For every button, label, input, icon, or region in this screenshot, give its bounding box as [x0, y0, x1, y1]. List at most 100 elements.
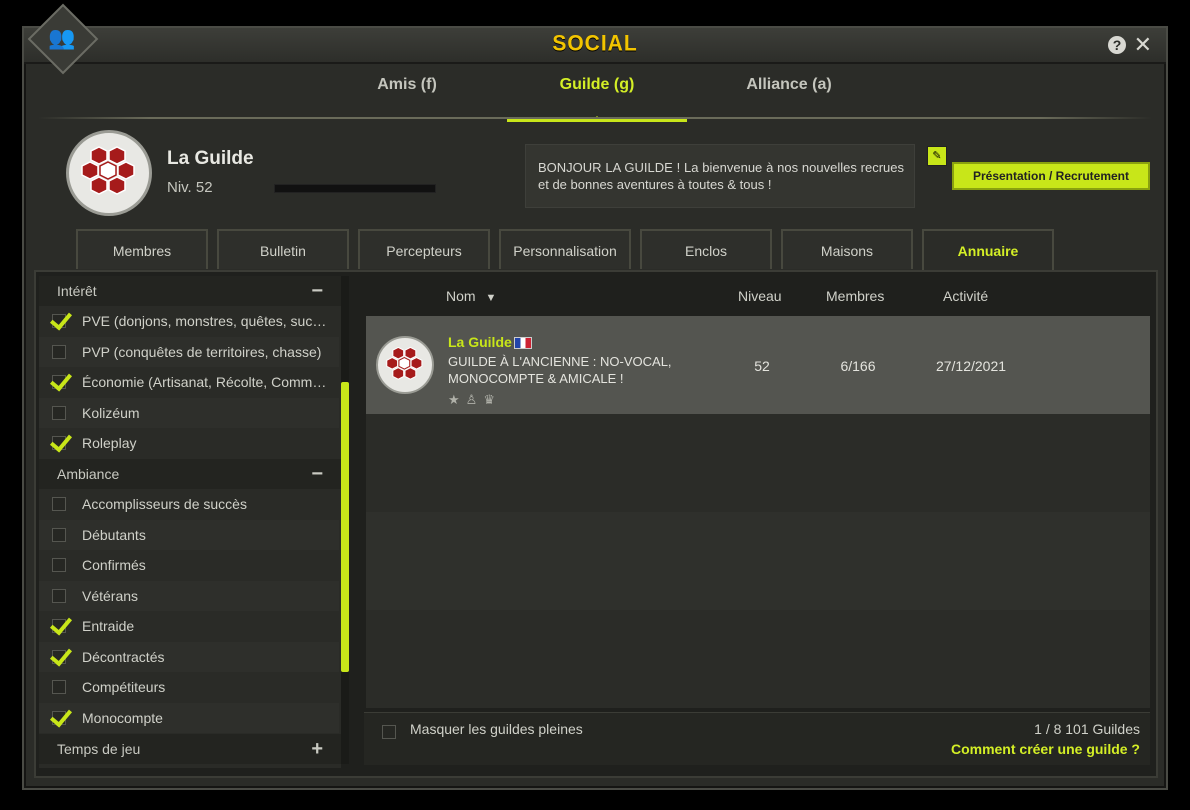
collapse-icon[interactable]: − [311, 276, 323, 306]
hide-full-label[interactable]: Masquer les guildes pleines [410, 721, 583, 737]
checkbox[interactable] [52, 589, 66, 603]
checkbox[interactable] [52, 650, 66, 664]
filter-competitors[interactable]: Compétiteurs [39, 672, 339, 702]
filter-section-playtime[interactable]: Temps de jeu + [39, 734, 341, 764]
filter-relaxed[interactable]: Décontractés [39, 642, 339, 672]
filter-label: Confirmés [82, 557, 146, 573]
filter-label: Accomplisseurs de succès [82, 496, 247, 512]
empty-row [366, 414, 1150, 512]
help-icon[interactable]: ? [1108, 36, 1126, 54]
column-name-label: Nom [446, 288, 476, 304]
tab-guild-label: Guilde (g) [559, 76, 635, 93]
scrollbar-thumb[interactable] [341, 382, 349, 672]
guild-list: Nom ▼ Niveau Membres Activité La Guilde … [364, 276, 1150, 764]
checkbox[interactable] [52, 406, 66, 420]
list-header: Nom ▼ Niveau Membres Activité [364, 276, 1150, 316]
subtab-directory[interactable]: Annuaire [922, 229, 1054, 273]
subtab-paddocks[interactable]: Enclos [640, 229, 772, 269]
guild-count: 1 / 8 101 Guildes [1034, 721, 1140, 737]
subtab-collectors[interactable]: Percepteurs [358, 229, 490, 269]
edit-message-button[interactable]: ✎ [927, 146, 947, 166]
titlebar: 👥 SOCIAL ? ✕ [24, 3, 1166, 75]
hide-full-checkbox[interactable] [382, 725, 396, 739]
column-level[interactable]: Niveau [738, 276, 782, 316]
filter-pve[interactable]: PVE (donjons, monstres, quêtes, succès) [39, 306, 339, 336]
empty-row [366, 610, 1150, 708]
filter-pvp[interactable]: PVP (conquêtes de territoires, chasse) [39, 337, 339, 367]
column-members[interactable]: Membres [826, 276, 884, 316]
filter-economy[interactable]: Économie (Artisanat, Récolte, Commerce) [39, 367, 339, 397]
checkbox[interactable] [52, 711, 66, 725]
filter-label: Entraide [82, 618, 135, 634]
filter-label: PVP (conquêtes de territoires, chasse) [82, 344, 322, 360]
header-divider [38, 117, 1152, 119]
filter-section-title: Ambiance [57, 466, 120, 482]
filter-label: Monocompte [82, 710, 163, 726]
subtab-bulletin[interactable]: Bulletin [217, 229, 349, 269]
filter-beginners[interactable]: Débutants [39, 520, 339, 550]
hexagon-emblem-icon [81, 146, 135, 195]
guild-emblem-small [376, 336, 434, 394]
row-guild-description: GUILDE À L'ANCIENNE : NO-VOCAL, MONOCOMP… [448, 354, 672, 386]
person-icon: ♙ [465, 392, 484, 407]
row-members: 6/166 [840, 358, 876, 374]
filter-veterans[interactable]: Vétérans [39, 581, 339, 611]
pencil-icon: ✎ [932, 150, 942, 162]
table-row[interactable]: La Guilde GUILDE À L'ANCIENNE : NO-VOCAL… [366, 316, 1150, 414]
filters-list: Intérêt − PVE (donjons, monstres, quêtes… [39, 276, 341, 768]
row-icons: ★♙♛ [448, 392, 501, 408]
checkbox[interactable] [52, 497, 66, 511]
checkbox[interactable] [52, 314, 66, 328]
expand-icon[interactable]: + [311, 734, 323, 764]
filter-section-interest[interactable]: Intérêt − [39, 276, 341, 306]
guild-name: La Guilde [167, 148, 254, 169]
filter-label: Roleplay [82, 435, 137, 451]
subtab-customization[interactable]: Personnalisation [499, 229, 631, 269]
filter-label: Compétiteurs [82, 679, 166, 695]
subtab-houses[interactable]: Maisons [781, 229, 913, 269]
filter-kolizeum[interactable]: Kolizéum [39, 398, 339, 428]
filter-section-ambiance[interactable]: Ambiance − [39, 459, 341, 489]
trophy-icon: ♛ [483, 392, 501, 407]
france-flag-icon [514, 337, 532, 349]
social-window: 👥 SOCIAL ? ✕ Amis (f) Guilde (g) Allianc… [22, 3, 1168, 790]
filter-achievers[interactable]: Accomplisseurs de succès [39, 489, 339, 519]
star-icon: ★ [448, 392, 466, 407]
collapse-icon[interactable]: − [311, 459, 323, 489]
checkbox[interactable] [52, 528, 66, 542]
filter-section-title: Temps de jeu [57, 741, 141, 757]
filters-scrollbar[interactable] [341, 276, 349, 764]
window-title: SOCIAL [552, 31, 638, 56]
tab-guild[interactable]: Guilde (g) [507, 76, 687, 122]
filter-label: Débutants [82, 527, 146, 543]
presentation-button[interactable]: Présentation / Recrutement [952, 162, 1150, 190]
column-activity[interactable]: Activité [943, 276, 988, 316]
filter-mutual-aid[interactable]: Entraide [39, 611, 339, 641]
empty-row [366, 512, 1150, 610]
tab-alliance[interactable]: Alliance (a) [724, 76, 854, 118]
subtab-members[interactable]: Membres [76, 229, 208, 269]
tab-friends[interactable]: Amis (f) [344, 76, 470, 118]
guild-emblem [66, 130, 152, 216]
checkbox[interactable] [52, 619, 66, 633]
create-guild-link[interactable]: Comment créer une guilde ? [951, 741, 1140, 757]
checkbox[interactable] [52, 680, 66, 694]
filter-section-title: Intérêt [57, 283, 97, 299]
close-icon[interactable]: ✕ [1134, 32, 1152, 58]
hexagon-emblem-icon [386, 346, 423, 380]
filter-roleplay[interactable]: Roleplay [39, 428, 339, 458]
checkbox[interactable] [52, 375, 66, 389]
guild-message: BONJOUR LA GUILDE ! La bienvenue à nos n… [525, 144, 915, 208]
row-level: 52 [754, 358, 770, 374]
filter-confirmed[interactable]: Confirmés [39, 550, 339, 580]
row-guild-name[interactable]: La Guilde [448, 334, 512, 350]
guild-xp-bar [274, 184, 436, 193]
directory-panel: Intérêt − PVE (donjons, monstres, quêtes… [34, 270, 1158, 778]
checkbox[interactable] [52, 558, 66, 572]
sort-down-icon: ▼ [485, 292, 497, 304]
filter-label: Vétérans [82, 588, 139, 604]
checkbox[interactable] [52, 436, 66, 450]
checkbox[interactable] [52, 345, 66, 359]
column-name[interactable]: Nom ▼ [446, 276, 496, 318]
filter-monoaccount[interactable]: Monocompte [39, 703, 339, 733]
